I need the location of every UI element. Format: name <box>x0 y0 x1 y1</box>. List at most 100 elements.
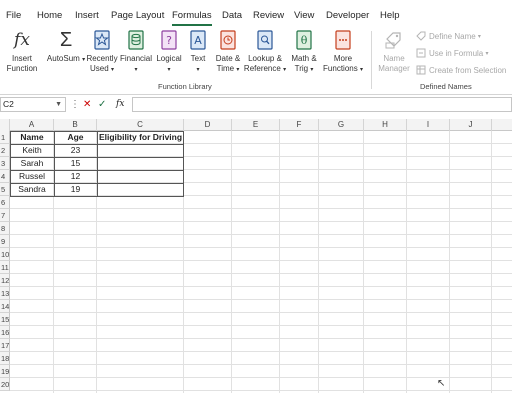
fx-icon[interactable]: fx <box>116 97 124 112</box>
row-header[interactable]: 7 <box>0 209 10 222</box>
tab-help[interactable]: Help <box>380 10 400 21</box>
tag-icon <box>416 31 426 41</box>
tab-formulas[interactable]: Formulas <box>172 10 212 21</box>
name-manager-button[interactable]: Name Manager <box>376 29 412 74</box>
cell-c4[interactable] <box>97 170 184 183</box>
column-gridline <box>406 131 407 393</box>
more-options-icon[interactable]: ⋮ <box>70 97 80 112</box>
row-header[interactable]: 16 <box>0 326 10 339</box>
recently-used-button[interactable]: Recently Used ▾ <box>86 29 118 75</box>
row-header[interactable]: 6 <box>0 196 10 209</box>
column-header-e[interactable]: E <box>232 119 280 131</box>
column-header-g[interactable]: G <box>319 119 364 131</box>
insert-function-label-1: Insert <box>11 54 32 63</box>
chevron-down-icon[interactable]: ▼ <box>55 98 62 111</box>
cell-a4[interactable]: Russel <box>10 170 54 183</box>
lookup-reference-button[interactable]: Lookup & Reference ▾ <box>243 29 286 75</box>
row-header[interactable]: 14 <box>0 300 10 313</box>
tab-home[interactable]: Home <box>37 10 62 21</box>
svg-text:A: A <box>194 34 202 47</box>
worksheet-grid[interactable]: A B C D E F G H I J 1 2 3 4 5 6 7 8 9 10 11 12 13 14 1… <box>0 119 512 393</box>
tab-review[interactable]: Review <box>253 10 284 21</box>
svg-text:?: ? <box>166 34 172 47</box>
row-header[interactable]: 5 <box>0 183 10 196</box>
column-header-i[interactable]: I <box>407 119 450 131</box>
row-header[interactable]: 18 <box>0 352 10 365</box>
cell-a3[interactable]: Sarah <box>10 157 54 170</box>
row-header[interactable]: 20 <box>0 378 10 391</box>
recently-used-label-2: Used <box>90 64 109 73</box>
row-header[interactable]: 19 <box>0 365 10 378</box>
cell-c5[interactable] <box>97 183 184 196</box>
cell-a1[interactable]: Name <box>10 131 54 144</box>
define-name-button[interactable]: Define Name ▾ <box>416 31 481 41</box>
date-time-button[interactable]: Date & Time ▾ <box>212 29 244 75</box>
logical-label: Logical <box>156 54 182 63</box>
column-header-j[interactable]: J <box>450 119 492 131</box>
cell-c2[interactable] <box>97 144 184 157</box>
column-header-h[interactable]: H <box>364 119 407 131</box>
cell-b3[interactable]: 15 <box>54 157 97 170</box>
row-gridline <box>10 390 512 391</box>
row-gridline <box>10 260 512 261</box>
name-box[interactable]: C2 ▼ <box>0 97 66 112</box>
insert-function-button[interactable]: fx Insert Function <box>5 29 39 74</box>
math-trig-button[interactable]: θ Math & Trig ▾ <box>289 29 319 75</box>
column-header-d[interactable]: D <box>184 119 232 131</box>
name-manager-label-2: Manager <box>378 64 410 73</box>
defined-names-label: Defined Names <box>420 82 472 91</box>
tab-view[interactable]: View <box>294 10 314 21</box>
cell-b5[interactable]: 19 <box>54 183 97 196</box>
cell-b4[interactable]: 12 <box>54 170 97 183</box>
row-header[interactable]: 13 <box>0 287 10 300</box>
cell-c1[interactable]: Eligibility for Driving <box>97 131 184 144</box>
row-gridline <box>10 247 512 248</box>
logical-button[interactable]: ? Logical ▾ <box>154 29 184 75</box>
tab-insert[interactable]: Insert <box>75 10 99 21</box>
cancel-icon[interactable]: ✕ <box>83 97 91 112</box>
column-header-a[interactable]: A <box>10 119 54 131</box>
column-gridline <box>449 131 450 393</box>
financial-button[interactable]: Financial ▾ <box>120 29 152 75</box>
create-from-selection-button[interactable]: Create from Selection <box>416 65 506 75</box>
column-header-b[interactable]: B <box>54 119 97 131</box>
more-functions-button[interactable]: More Functions ▾ <box>321 29 365 75</box>
name-manager-label-1: Name <box>383 54 405 63</box>
menu-bar: File Home Insert Page Layout Formulas Da… <box>0 0 512 27</box>
row-header[interactable]: 9 <box>0 235 10 248</box>
row-gridline <box>10 299 512 300</box>
use-in-formula-button[interactable]: Use in Formula ▾ <box>416 48 489 58</box>
cell-b2[interactable]: 23 <box>54 144 97 157</box>
cell-b1[interactable]: Age <box>54 131 97 144</box>
enter-icon[interactable]: ✓ <box>98 97 106 112</box>
use-in-formula-label: Use in Formula <box>429 48 484 58</box>
select-all-corner[interactable] <box>0 119 10 131</box>
row-gridline <box>10 234 512 235</box>
theta-book-icon: θ <box>294 29 314 51</box>
formula-input[interactable] <box>132 97 512 112</box>
row-header[interactable]: 15 <box>0 313 10 326</box>
cell-a2[interactable]: Keith <box>10 144 54 157</box>
tab-page-layout[interactable]: Page Layout <box>111 10 164 21</box>
text-button[interactable]: A Text ▾ <box>186 29 210 75</box>
tab-data[interactable]: Data <box>222 10 242 21</box>
tab-file[interactable]: File <box>6 10 21 21</box>
column-header-f[interactable]: F <box>280 119 319 131</box>
row-header[interactable]: 4 <box>0 170 10 183</box>
autosum-label: AutoSum <box>46 54 80 63</box>
cell-a5[interactable]: Sandra <box>10 183 54 196</box>
row-header[interactable]: 1 <box>0 131 10 144</box>
row-header[interactable]: 11 <box>0 261 10 274</box>
row-header[interactable]: 17 <box>0 339 10 352</box>
row-header[interactable]: 3 <box>0 157 10 170</box>
row-header[interactable]: 10 <box>0 248 10 261</box>
autosum-button[interactable]: Σ AutoSum ▾ <box>47 29 85 65</box>
row-header[interactable]: 12 <box>0 274 10 287</box>
row-header[interactable]: 8 <box>0 222 10 235</box>
row-header[interactable]: 2 <box>0 144 10 157</box>
lookup-label-2: Reference <box>243 64 281 73</box>
cell-c3[interactable] <box>97 157 184 170</box>
active-tab-indicator <box>172 24 212 26</box>
column-header-c[interactable]: C <box>97 119 184 131</box>
tab-developer[interactable]: Developer <box>326 10 369 21</box>
